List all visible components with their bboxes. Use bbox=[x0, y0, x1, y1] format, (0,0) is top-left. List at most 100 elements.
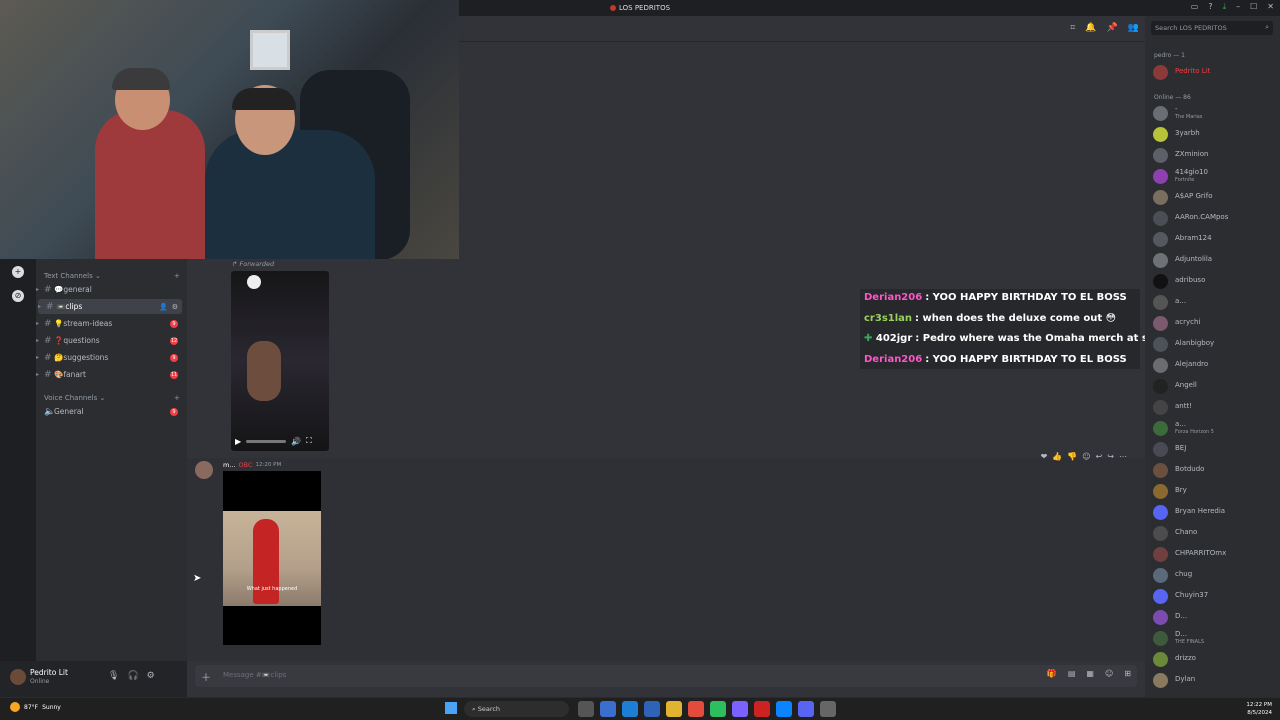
discord-icon[interactable] bbox=[798, 701, 814, 717]
message-composer: ＋ Message #📼clips 🎁 ▤ ▦ ☺ ⊞ bbox=[187, 661, 1145, 697]
heart-icon[interactable]: ❤ bbox=[1041, 452, 1048, 461]
maximize-button[interactable]: ☐ bbox=[1250, 2, 1257, 12]
member-item[interactable]: A$AP Grifo bbox=[1153, 188, 1278, 206]
forward-icon[interactable]: ↪ bbox=[1107, 452, 1114, 461]
member-item[interactable]: 414gio10 Fortnite bbox=[1153, 167, 1278, 185]
more-icon[interactable]: ⋯ bbox=[1119, 452, 1127, 461]
pin-icon[interactable]: 📌 bbox=[1107, 23, 1118, 33]
member-item[interactable]: Abram124 bbox=[1153, 230, 1278, 248]
thumbs-down-icon[interactable]: 👎 bbox=[1067, 452, 1077, 461]
copilot-icon[interactable] bbox=[600, 701, 616, 717]
member-item[interactable]: Bry bbox=[1153, 482, 1278, 500]
clock[interactable]: 12:22 PM 8/5/2024 bbox=[1246, 701, 1272, 717]
member-item[interactable]: adribuso bbox=[1153, 272, 1278, 290]
member-item[interactable]: antt! bbox=[1153, 398, 1278, 416]
gift-icon[interactable]: 🎁 bbox=[1047, 669, 1057, 678]
invite-icon[interactable]: 👤 bbox=[159, 303, 168, 311]
add-attachment-icon[interactable]: ＋ bbox=[201, 669, 211, 684]
search-input[interactable]: Search LOS PEDRITOS ⌕ bbox=[1151, 21, 1273, 35]
minimize-button[interactable]: – bbox=[1236, 2, 1240, 12]
volume-icon[interactable]: 🔊 bbox=[291, 437, 301, 446]
channel-general[interactable]: ▸ # 💬general bbox=[36, 282, 182, 297]
weather-widget[interactable]: 87°F Sunny bbox=[10, 702, 61, 712]
sticker-icon[interactable]: ▦ bbox=[1086, 669, 1094, 678]
volume-slider[interactable] bbox=[246, 439, 287, 443]
add-channel-icon[interactable]: + bbox=[174, 394, 180, 402]
category-text-channels[interactable]: Text Channels ⌄ + bbox=[44, 272, 180, 280]
member-item[interactable]: Adjuntolila bbox=[1153, 251, 1278, 269]
avatar[interactable] bbox=[10, 669, 26, 685]
member-item[interactable]: CHPARRITOmx bbox=[1153, 545, 1278, 563]
app-icon[interactable] bbox=[754, 701, 770, 717]
close-button[interactable]: ✕ bbox=[1267, 2, 1274, 12]
app-icon[interactable] bbox=[732, 701, 748, 717]
member-name: a... bbox=[1175, 297, 1186, 305]
member-item[interactable]: chug bbox=[1153, 566, 1278, 584]
headphones-icon[interactable]: 🎧 bbox=[127, 671, 138, 681]
member-item[interactable]: a... bbox=[1153, 293, 1278, 311]
start-button[interactable] bbox=[445, 702, 457, 714]
voice-channel-general[interactable]: 🔈 General 9 bbox=[36, 404, 182, 419]
fullscreen-icon[interactable]: ⛶ bbox=[306, 436, 312, 446]
member-item[interactable]: drizzo bbox=[1153, 650, 1278, 668]
gear-icon[interactable]: ⚙ bbox=[172, 303, 178, 311]
message-input[interactable] bbox=[195, 665, 1137, 687]
member-item[interactable]: Alejandro bbox=[1153, 356, 1278, 374]
inbox-icon[interactable]: ▭ bbox=[1191, 2, 1199, 12]
settings-icon[interactable] bbox=[820, 701, 836, 717]
gear-icon[interactable]: ⚙ bbox=[147, 671, 155, 681]
channel-stream-ideas[interactable]: ▸ # 💡stream-ideas 9 bbox=[36, 316, 182, 331]
member-item[interactable]: ZXminion bbox=[1153, 146, 1278, 164]
play-icon[interactable]: ▶ bbox=[235, 437, 241, 446]
member-item[interactable]: Pedrito Lit bbox=[1153, 63, 1278, 81]
member-item[interactable]: Dylan bbox=[1153, 671, 1278, 689]
member-item[interactable]: Botdudo bbox=[1153, 461, 1278, 479]
channel-suggestions[interactable]: ▸ # 🤔suggestions 9 bbox=[36, 350, 182, 365]
member-item[interactable]: Alanbigboy bbox=[1153, 335, 1278, 353]
help-icon[interactable]: ? bbox=[1208, 2, 1212, 12]
add-server-icon[interactable]: + bbox=[12, 266, 24, 278]
member-item[interactable]: Angell bbox=[1153, 377, 1278, 395]
video-attachment[interactable]: ▶ 🔊 ⛶ bbox=[231, 271, 329, 451]
channel-clips[interactable]: ▸ # 📼clips 👤 ⚙ bbox=[38, 299, 182, 314]
member-item[interactable]: Chuyin37 bbox=[1153, 587, 1278, 605]
member-name: Abram124 bbox=[1175, 234, 1212, 242]
channel-questions[interactable]: ▸ # ❓questions 12 bbox=[36, 333, 182, 348]
chrome-icon[interactable] bbox=[688, 701, 704, 717]
store-icon[interactable] bbox=[644, 701, 660, 717]
member-item[interactable]: D... THE FINALS bbox=[1153, 629, 1278, 647]
member-item[interactable]: Bryan Heredia bbox=[1153, 503, 1278, 521]
member-item[interactable]: acrychi bbox=[1153, 314, 1278, 332]
channel-fanart[interactable]: ▸ # 🎨fanart 11 bbox=[36, 367, 182, 382]
member-item[interactable]: - The Marias bbox=[1153, 104, 1278, 122]
taskbar-search[interactable]: ⌕ Search bbox=[464, 701, 569, 717]
avatar[interactable] bbox=[195, 461, 213, 479]
microphone-icon[interactable]: 🎙 bbox=[108, 671, 119, 681]
folder-icon[interactable] bbox=[666, 701, 682, 717]
member-item[interactable]: 3yarbh bbox=[1153, 125, 1278, 143]
add-channel-icon[interactable]: + bbox=[174, 272, 180, 280]
emoji-icon[interactable]: ☺ bbox=[1105, 669, 1113, 678]
reply-icon[interactable]: ↩ bbox=[1096, 452, 1103, 461]
add-reaction-icon[interactable]: ☺ bbox=[1082, 452, 1090, 461]
edge-icon[interactable] bbox=[622, 701, 638, 717]
app-icon[interactable] bbox=[710, 701, 726, 717]
member-item[interactable]: D... bbox=[1153, 608, 1278, 626]
app-icon[interactable] bbox=[776, 701, 792, 717]
category-voice-channels[interactable]: Voice Channels ⌄ + bbox=[44, 394, 180, 402]
webcam-overlay bbox=[0, 0, 459, 259]
members-icon[interactable]: 👥 bbox=[1128, 23, 1139, 33]
discover-icon[interactable]: ⊘ bbox=[12, 290, 24, 302]
apps-icon[interactable]: ⊞ bbox=[1124, 669, 1131, 678]
threads-icon[interactable]: ⌗ bbox=[1070, 23, 1075, 33]
member-item[interactable]: AARon.CAMpos bbox=[1153, 209, 1278, 227]
bell-icon[interactable]: 🔔 bbox=[1085, 23, 1096, 33]
video-attachment[interactable]: What just happened bbox=[223, 471, 321, 645]
thumbs-up-icon[interactable]: 👍 bbox=[1052, 452, 1062, 461]
download-icon[interactable]: ⤓ bbox=[1223, 2, 1227, 12]
member-item[interactable]: a... Forza Horizon 5 bbox=[1153, 419, 1278, 437]
file-explorer-icon[interactable] bbox=[578, 701, 594, 717]
member-item[interactable]: Chano bbox=[1153, 524, 1278, 542]
gif-icon[interactable]: ▤ bbox=[1068, 669, 1076, 678]
member-item[interactable]: BEJ bbox=[1153, 440, 1278, 458]
